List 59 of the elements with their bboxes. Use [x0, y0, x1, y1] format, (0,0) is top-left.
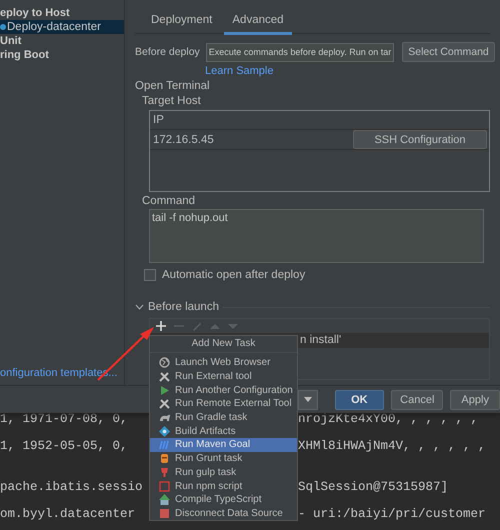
- tools-icon: [159, 398, 170, 410]
- sidebar-item[interactable]: ring Boot: [0, 48, 49, 62]
- checkbox-label: Automatic open after deploy: [162, 269, 306, 281]
- dialog-button[interactable]: OK: [334, 390, 384, 410]
- menu-title: Add New Task: [150, 336, 297, 353]
- field-label: Before deploy: [135, 46, 200, 58]
- console-text: om.byyl.datacenter: [0, 506, 136, 523]
- menu-item[interactable]: Run Remote External Tool: [150, 397, 297, 411]
- section-label: Before launch: [148, 301, 219, 313]
- menu-item[interactable]: Run Another Configuration: [150, 383, 297, 398]
- console-text: XHMl8iHWAjNm4V, , , , , ,: [298, 438, 487, 455]
- learn-sample-link[interactable]: Learn Sample: [205, 65, 490, 77]
- tools-icon: [159, 371, 170, 382]
- play-icon: [159, 384, 170, 396]
- console-text: pache.ibatis.sessio: [0, 479, 143, 496]
- menu-item[interactable]: Run External tool: [150, 370, 297, 384]
- menu-item[interactable]: Run Grunt task: [150, 452, 297, 466]
- menu-item[interactable]: Run Maven Goal: [150, 438, 297, 452]
- menu-item[interactable]: Disconnect Data Source: [150, 506, 297, 520]
- command-area[interactable]: tail -f nohup.out: [149, 209, 484, 263]
- cup-icon: [159, 466, 170, 478]
- square-icon: [159, 480, 170, 492]
- command-field[interactable]: Execute commands before deploy. Run on tar: [206, 42, 394, 62]
- menu-item[interactable]: Run gulp task: [150, 466, 297, 480]
- console-text: nrojzKte4xY00, , , , , ,: [298, 411, 480, 428]
- console-text: 1, 1971-07-08, 0,: [0, 411, 128, 428]
- list-item[interactable]: n install': [300, 334, 342, 346]
- sidebar-item[interactable]: eploy to Host: [0, 6, 70, 20]
- section-label: Open Terminal: [135, 80, 211, 92]
- section-label: Target Host: [142, 95, 202, 107]
- tab[interactable]: Deployment: [143, 12, 220, 35]
- menu-item[interactable]: Compile TypeScript: [150, 492, 297, 507]
- sidebar-item[interactable]: Deploy-datacenter: [0, 20, 124, 34]
- console-text: 1, 1952-05-05, 0,: [0, 438, 128, 455]
- add-icon[interactable]: [156, 321, 166, 331]
- ssh-configuration-button[interactable]: SSH Configuration: [353, 130, 487, 149]
- globe-icon: [159, 357, 170, 368]
- menu-item[interactable]: Run npm script: [150, 479, 297, 493]
- console-text: - uri:/baiyi/pri/customer: [298, 506, 487, 523]
- dot-icon: [0, 24, 6, 30]
- checkbox[interactable]: [144, 269, 156, 281]
- sidebar-item[interactable]: Unit: [0, 34, 22, 48]
- diamond-icon: [159, 426, 170, 437]
- house-icon: [159, 494, 170, 506]
- dialog-button[interactable]: Apply: [450, 390, 500, 410]
- console-text: SqlSession@75315987]: [298, 479, 450, 496]
- menu-item[interactable]: Launch Web Browser: [150, 356, 297, 370]
- figure-icon: [159, 453, 170, 464]
- menu-item[interactable]: Run Gradle task: [150, 410, 297, 424]
- dropdown[interactable]: [298, 390, 318, 410]
- stop-icon: [159, 508, 170, 519]
- caret-icon: [304, 397, 312, 402]
- menu-item[interactable]: Build Artifacts: [150, 424, 297, 438]
- dialog-button[interactable]: Cancel: [391, 390, 444, 410]
- stripes-icon: [159, 439, 170, 450]
- field-label: Command: [142, 195, 196, 207]
- select-command-button[interactable]: Select Command: [402, 42, 495, 62]
- tab[interactable]: Advanced: [224, 12, 292, 35]
- table-cell-text: 172.16.5.45: [152, 134, 214, 146]
